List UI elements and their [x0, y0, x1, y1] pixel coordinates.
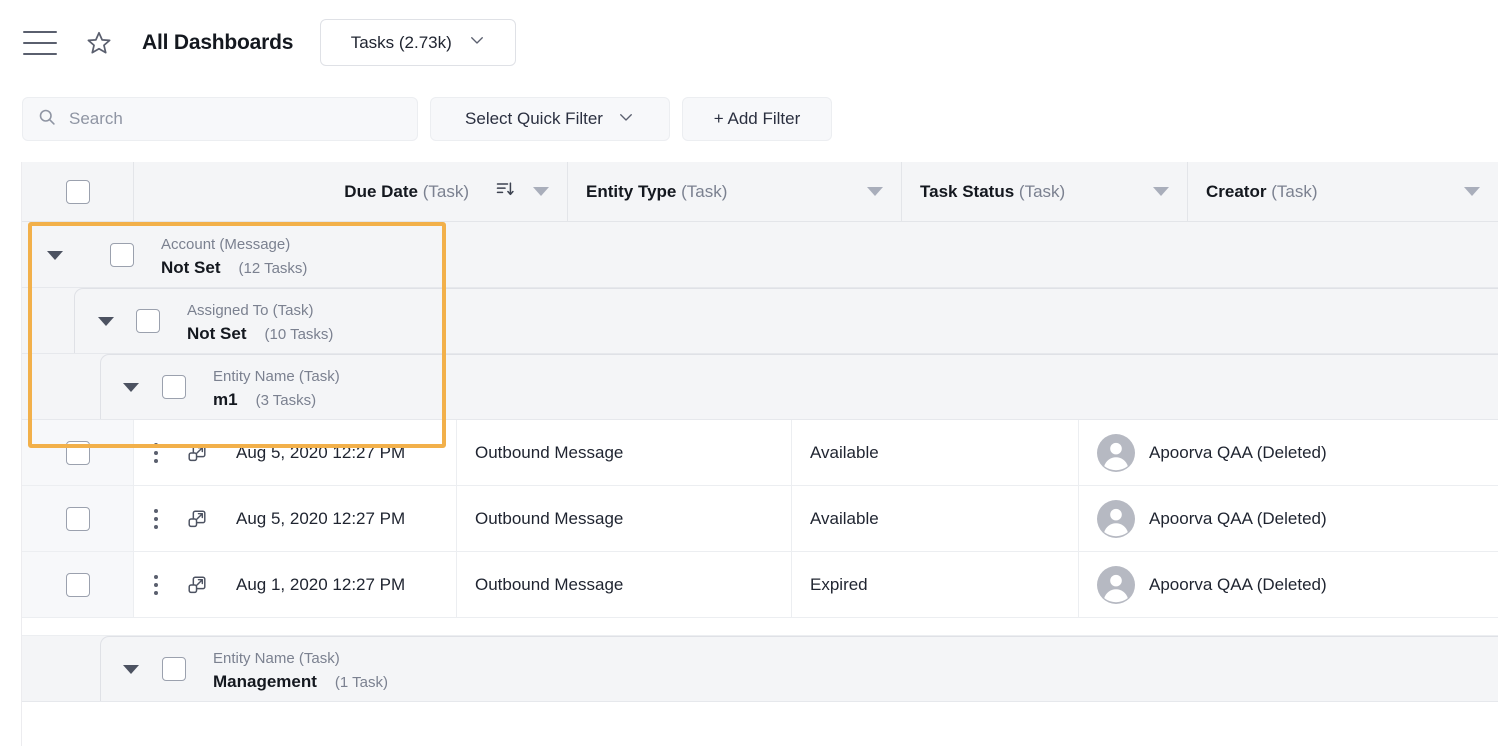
kebab-menu-icon[interactable]	[154, 442, 158, 463]
column-header-task-status-label: Task Status (Task)	[920, 181, 1066, 201]
group-row-assigned-to[interactable]: Assigned To (Task) Not Set (10 Tasks)	[22, 288, 1498, 354]
column-header-creator-label: Creator (Task)	[1206, 181, 1318, 201]
column-header-due-date-label: Due Date (Task)	[344, 181, 469, 201]
cell-entity-type: Outbound Message	[475, 574, 624, 594]
column-menu-entity-type-icon[interactable]	[867, 187, 883, 196]
column-header-creator[interactable]: Creator (Task)	[1188, 162, 1498, 222]
column-header-due-date[interactable]: Due Date (Task)	[134, 161, 568, 222]
grid-header-row: Due Date (Task) Entity Type (Task) Task …	[22, 161, 1498, 222]
cell-entity-type: Outbound Message	[475, 508, 624, 528]
open-in-new-window-icon[interactable]	[186, 508, 208, 530]
group-collapse-toggle-icon[interactable]	[123, 383, 139, 392]
cell-creator: Apoorva QAA (Deleted)	[1079, 565, 1389, 604]
cell-creator: Apoorva QAA (Deleted)	[1079, 499, 1389, 538]
table-row[interactable]: Aug 5, 2020 12:27 PM Outbound Message Av…	[22, 486, 1498, 552]
cell-creator: Apoorva QAA (Deleted)	[1079, 433, 1389, 472]
cell-due-date: Aug 5, 2020 12:27 PM	[236, 442, 406, 462]
group-select-checkbox[interactable]	[162, 657, 186, 681]
select-all-header-cell	[22, 161, 134, 222]
user-avatar-icon	[1097, 565, 1135, 604]
group-row-entity-name-management[interactable]: Entity Name (Task) Management (1 Task)	[22, 636, 1498, 702]
group-count: (1 Task)	[334, 674, 388, 691]
group-select-checkbox[interactable]	[162, 375, 186, 399]
kebab-menu-icon[interactable]	[154, 508, 158, 529]
search-icon	[37, 107, 57, 132]
column-header-entity-type[interactable]: Entity Type (Task)	[568, 161, 902, 222]
group-field-label: Assigned To (Task)	[187, 302, 314, 319]
creator-name: Apoorva QAA (Deleted)	[1149, 442, 1327, 462]
group-collapse-toggle-icon[interactable]	[123, 665, 139, 674]
user-avatar-icon	[1097, 499, 1135, 538]
group-field-label: Entity Name (Task)	[213, 650, 340, 667]
group-collapse-toggle-icon[interactable]	[47, 251, 63, 260]
cell-task-status: Available	[810, 508, 879, 528]
column-header-task-status[interactable]: Task Status (Task)	[902, 161, 1188, 222]
group-count: (12 Tasks)	[238, 260, 308, 277]
group-select-checkbox[interactable]	[136, 309, 160, 333]
row-select-checkbox[interactable]	[65, 506, 90, 531]
cell-due-date: Aug 1, 2020 12:27 PM	[236, 574, 406, 594]
group-count: (10 Tasks)	[264, 326, 334, 343]
quick-filter-dropdown[interactable]: Select Quick Filter	[430, 97, 670, 141]
group-value: Management	[213, 672, 317, 691]
grid-left-rail	[0, 162, 22, 746]
page-title: All Dashboards	[142, 30, 294, 54]
add-filter-label: + Add Filter	[713, 109, 801, 128]
column-header-entity-type-label: Entity Type (Task)	[586, 181, 728, 201]
group-field-label: Entity Name (Task)	[213, 368, 340, 385]
cell-entity-type: Outbound Message	[475, 442, 624, 462]
entity-select-label: Tasks (2.73k)	[350, 32, 452, 52]
table-row[interactable]: Aug 1, 2020 12:27 PM Outbound Message Ex…	[22, 552, 1498, 618]
search-box[interactable]	[22, 97, 418, 141]
hamburger-menu-icon[interactable]	[23, 30, 57, 55]
group-spacer	[22, 618, 1498, 636]
cell-due-date: Aug 5, 2020 12:27 PM	[236, 508, 406, 528]
group-row-entity-name-m1[interactable]: Entity Name (Task) m1 (3 Tasks)	[22, 354, 1498, 420]
chevron-down-icon	[468, 31, 486, 54]
group-row-account[interactable]: Account (Message) Not Set (12 Tasks)	[22, 222, 1498, 288]
table-row[interactable]: Aug 5, 2020 12:27 PM Outbound Message Av…	[22, 420, 1498, 486]
sort-descending-icon[interactable]	[495, 179, 515, 204]
creator-name: Apoorva QAA (Deleted)	[1149, 574, 1327, 594]
grid-body: Account (Message) Not Set (12 Tasks) Ass…	[22, 222, 1498, 746]
chevron-down-icon	[617, 108, 635, 131]
cell-task-status: Available	[810, 442, 879, 462]
group-value: Not Set	[161, 258, 221, 277]
user-avatar-icon	[1097, 433, 1135, 472]
task-dashboard-screen: All Dashboards Tasks (2.73k) Select Quic…	[0, 0, 1498, 746]
search-input[interactable]	[69, 99, 389, 139]
column-menu-creator-icon[interactable]	[1464, 187, 1480, 196]
row-select-checkbox[interactable]	[65, 572, 90, 597]
select-all-checkbox[interactable]	[65, 179, 90, 204]
cell-task-status: Expired	[810, 574, 868, 594]
group-value: m1	[213, 390, 238, 409]
row-select-checkbox[interactable]	[65, 440, 90, 465]
group-value: Not Set	[187, 324, 247, 343]
filter-bar: Select Quick Filter + Add Filter	[0, 85, 1498, 162]
group-collapse-toggle-icon[interactable]	[98, 317, 114, 326]
group-count: (3 Tasks)	[255, 392, 317, 409]
open-in-new-window-icon[interactable]	[186, 442, 208, 464]
entity-select-dropdown[interactable]: Tasks (2.73k)	[320, 19, 517, 66]
open-in-new-window-icon[interactable]	[186, 574, 208, 596]
group-field-label: Account (Message)	[161, 236, 291, 253]
column-menu-task-status-icon[interactable]	[1153, 187, 1169, 196]
add-filter-button[interactable]: + Add Filter	[682, 97, 832, 141]
column-menu-due-date-icon[interactable]	[533, 187, 549, 196]
group-select-checkbox[interactable]	[110, 243, 134, 267]
quick-filter-label: Select Quick Filter	[465, 109, 603, 128]
creator-name: Apoorva QAA (Deleted)	[1149, 508, 1327, 528]
data-grid: Due Date (Task) Entity Type (Task) Task …	[0, 161, 1498, 746]
star-icon[interactable]	[86, 30, 112, 56]
top-bar: All Dashboards Tasks (2.73k)	[0, 0, 1498, 85]
kebab-menu-icon[interactable]	[154, 574, 158, 595]
